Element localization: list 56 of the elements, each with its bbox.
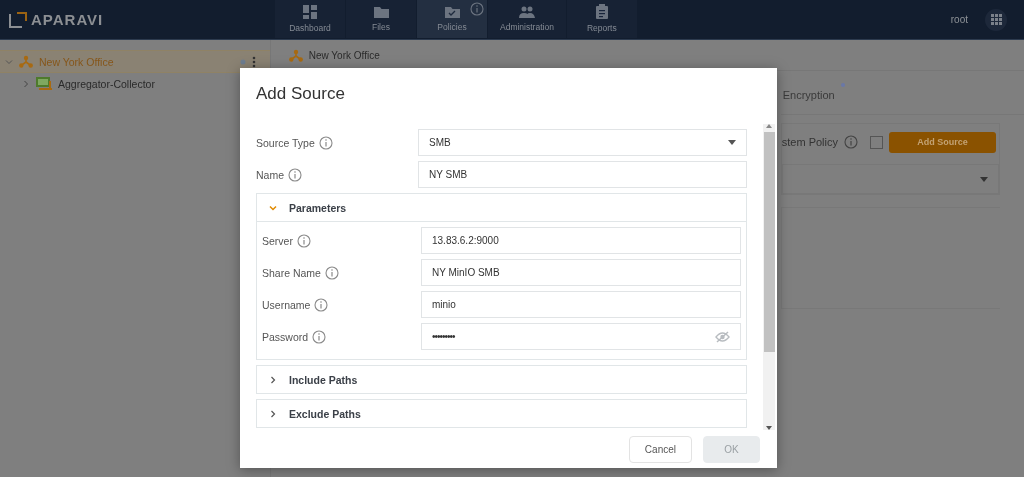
dialog-button[interactable]: Cancel bbox=[628, 436, 692, 463]
field-label: Name bbox=[256, 168, 284, 181]
field-label: Share Name bbox=[262, 266, 321, 279]
network-icon bbox=[19, 55, 33, 68]
scrollbar[interactable] bbox=[763, 124, 775, 430]
field-label: Password bbox=[262, 330, 309, 343]
scroll-down-icon[interactable] bbox=[766, 426, 772, 430]
people-icon bbox=[518, 5, 535, 18]
info-icon bbox=[324, 265, 339, 280]
apps-grid-icon bbox=[990, 14, 1002, 25]
section-header[interactable]: Include Paths bbox=[257, 366, 746, 393]
nav-tab[interactable]: Reports bbox=[566, 0, 637, 38]
network-icon bbox=[288, 48, 303, 62]
folder-check-icon bbox=[444, 5, 460, 18]
input-field[interactable]: minio bbox=[421, 291, 741, 318]
caret-icon bbox=[980, 176, 988, 182]
nav-tab[interactable]: Files bbox=[346, 0, 416, 38]
tab[interactable]: Encryption bbox=[780, 89, 835, 101]
section-header[interactable]: Exclude Paths bbox=[257, 400, 746, 427]
info-icon bbox=[288, 167, 302, 182]
section-header[interactable]: Parameters bbox=[257, 194, 746, 221]
status-dot-icon bbox=[239, 58, 246, 65]
tree-item[interactable]: Aggregator-Collector bbox=[0, 73, 169, 94]
info-icon bbox=[318, 135, 333, 150]
info-icon bbox=[314, 297, 329, 312]
caret-icon bbox=[728, 140, 736, 145]
app-logo: APARAVI bbox=[31, 11, 104, 28]
apps-button[interactable] bbox=[985, 8, 1007, 31]
nav-tab[interactable]: Dashboard bbox=[275, 0, 345, 38]
password-field[interactable]: ••••••••• bbox=[421, 323, 741, 350]
more-icon[interactable] bbox=[251, 55, 256, 68]
dashboard-icon bbox=[303, 4, 317, 19]
field-label: Source Type bbox=[256, 136, 315, 149]
checkbox[interactable] bbox=[870, 135, 883, 149]
info-icon bbox=[312, 329, 327, 344]
nav-tab[interactable]: Policies bbox=[417, 0, 487, 38]
dialog-title: Add Source bbox=[255, 83, 346, 105]
field-label: Server bbox=[262, 234, 293, 247]
info-icon bbox=[844, 135, 858, 149]
input-field[interactable]: NY SMB bbox=[418, 161, 747, 188]
policy-label: stem Policy bbox=[781, 136, 838, 148]
dot-icon bbox=[840, 83, 845, 87]
eye-slash-icon[interactable] bbox=[715, 330, 730, 343]
info-icon bbox=[296, 233, 311, 248]
clipboard-icon bbox=[595, 4, 608, 19]
server-icon bbox=[36, 77, 52, 90]
input-field[interactable]: NY MinIO SMB bbox=[421, 259, 741, 286]
select-field[interactable]: SMB bbox=[418, 129, 747, 156]
breadcrumb: New York Office bbox=[308, 49, 380, 61]
field-label: Username bbox=[262, 298, 311, 311]
nav-tab[interactable]: Administration bbox=[488, 0, 566, 38]
user-name[interactable]: root bbox=[950, 14, 968, 25]
scroll-up-icon[interactable] bbox=[766, 124, 772, 128]
input-field[interactable]: 13.83.6.2:9000 bbox=[421, 227, 741, 254]
logo-bracket-icon bbox=[9, 11, 27, 28]
folder-icon bbox=[373, 5, 389, 18]
